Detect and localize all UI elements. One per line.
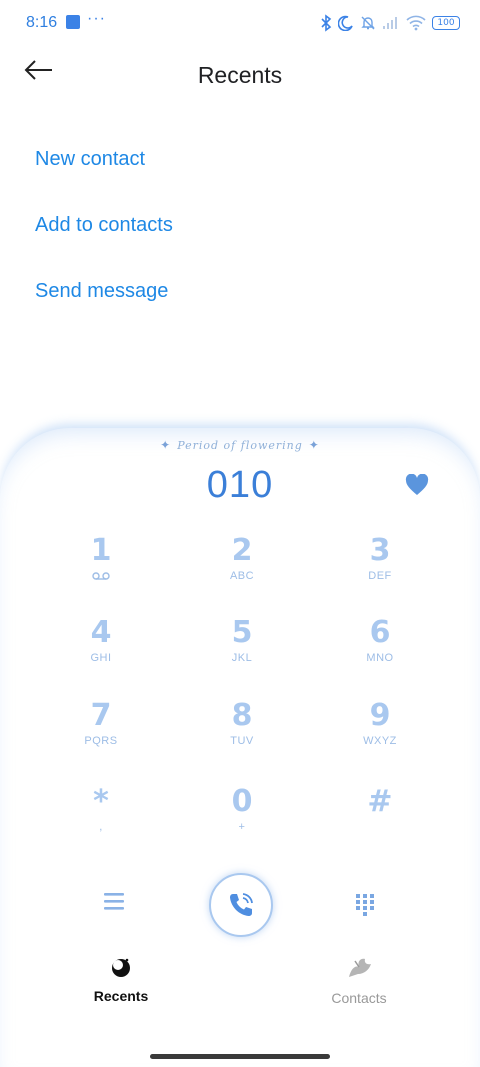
status-icons: 100 <box>320 13 460 33</box>
page-title: Recents <box>197 62 283 88</box>
phone-call-icon <box>230 893 253 916</box>
key-hash[interactable]: # <box>320 785 440 855</box>
app-notification-icon <box>66 15 80 29</box>
sparkle-icon: ✦ <box>160 438 172 452</box>
bluetooth-icon <box>321 14 332 32</box>
key-6[interactable]: 6 MNO <box>320 616 440 686</box>
bell-off-icon <box>361 16 375 30</box>
send-message-link[interactable]: Send message <box>35 280 168 303</box>
theme-caption-text: Period of flowering <box>177 439 303 452</box>
tab-recents[interactable]: Recents <box>56 955 186 1015</box>
heart-icon[interactable] <box>405 474 429 496</box>
status-time: 8:16 <box>26 14 58 31</box>
key-8[interactable]: 8 TUV <box>182 699 302 769</box>
key-1[interactable]: 1 <box>41 534 161 604</box>
do-not-disturb-moon-icon <box>338 15 353 31</box>
new-contact-link[interactable]: New contact <box>35 148 145 171</box>
key-9[interactable]: 9 WXYZ <box>320 699 440 769</box>
key-7[interactable]: 7 PQRS <box>41 699 161 769</box>
voicemail-icon <box>92 572 110 580</box>
tab-contacts[interactable]: Contacts <box>294 955 424 1015</box>
menu-button[interactable] <box>102 890 130 916</box>
battery-icon: 100 <box>432 16 460 30</box>
key-2[interactable]: 2 ABC <box>182 534 302 604</box>
home-indicator[interactable] <box>150 1054 330 1059</box>
add-to-contacts-link[interactable]: Add to contacts <box>35 214 173 237</box>
key-3[interactable]: 3 DEF <box>320 534 440 604</box>
keypad-toggle-button[interactable] <box>354 892 378 918</box>
status-bar: 8:16 ··· 100 <box>0 0 480 46</box>
more-notifications-icon: ··· <box>87 10 106 27</box>
tab-contacts-label: Contacts <box>331 990 387 1006</box>
key-4[interactable]: 4 GHI <box>41 616 161 686</box>
tab-recents-label: Recents <box>93 988 149 1004</box>
key-5[interactable]: 5 JKL <box>182 616 302 686</box>
key-0[interactable]: 0 + <box>182 785 302 855</box>
menu-icon <box>104 893 124 910</box>
sparkle-icon: ✦ <box>308 438 320 452</box>
theme-caption: ✦ Period of flowering ✦ <box>0 438 480 452</box>
signal-icon <box>383 17 397 29</box>
recents-icon <box>112 958 130 977</box>
contacts-icon <box>349 958 371 977</box>
wifi-icon <box>406 15 426 31</box>
dialpad-icon <box>356 894 374 916</box>
call-button[interactable] <box>209 873 273 937</box>
key-star[interactable]: * , <box>41 785 161 855</box>
